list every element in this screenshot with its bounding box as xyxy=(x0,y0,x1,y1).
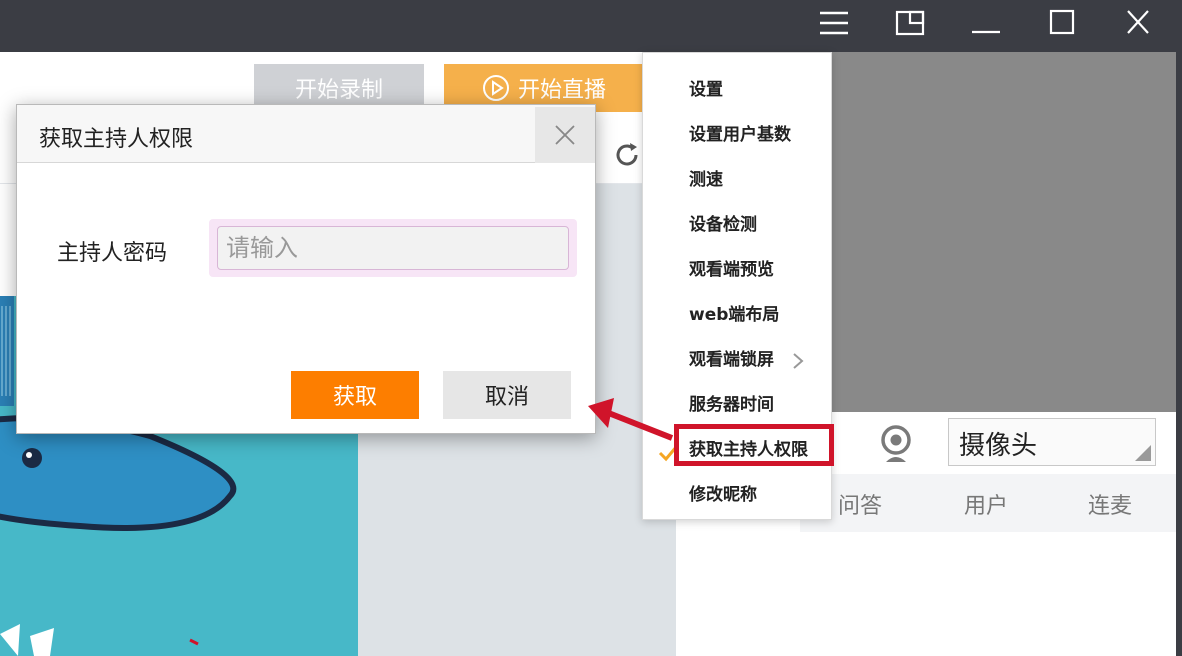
host-password-focus-ring xyxy=(209,219,577,277)
pointer-arrow-icon xyxy=(588,398,674,441)
window-titlebar xyxy=(0,0,1182,52)
dialog-header: 获取主持人权限 xyxy=(17,105,595,163)
maximize-icon[interactable] xyxy=(1044,8,1080,38)
minimize-icon[interactable] xyxy=(968,8,1004,38)
host-password-label: 主持人密码 xyxy=(57,241,168,266)
close-icon[interactable] xyxy=(1120,8,1156,38)
webcam-icon xyxy=(881,425,911,462)
camera-select-value: 摄像头 xyxy=(959,431,1038,461)
menu-item-viewer-preview[interactable]: 观看端预览 xyxy=(689,255,774,280)
menu-item-user-base[interactable]: 设置用户基数 xyxy=(689,120,791,145)
start-recording-label: 开始录制 xyxy=(294,78,383,103)
cancel-button[interactable]: 取消 xyxy=(443,371,571,419)
camera-select[interactable]: 摄像头 xyxy=(948,418,1156,466)
refresh-icon[interactable] xyxy=(612,140,642,170)
dialog-title: 获取主持人权限 xyxy=(39,127,194,152)
host-permission-dialog: 获取主持人权限 主持人密码 获取 取消 xyxy=(16,104,596,434)
get-button[interactable]: 获取 xyxy=(291,371,419,419)
play-circle-icon xyxy=(482,75,509,101)
chevron-right-icon xyxy=(793,353,804,369)
tab-qa[interactable]: 问答 xyxy=(838,488,882,520)
menu-item-viewer-lock[interactable]: 观看端锁屏 xyxy=(689,345,774,370)
close-icon xyxy=(555,125,575,145)
tab-users[interactable]: 用户 xyxy=(964,488,1008,520)
menu-item-server-time[interactable]: 服务器时间 xyxy=(689,390,774,415)
dialog-close-button[interactable] xyxy=(535,107,595,163)
menu-highlight-box xyxy=(674,424,834,466)
dropdown-corner-icon xyxy=(1135,445,1151,461)
menu-item-speed-test[interactable]: 测速 xyxy=(689,165,723,190)
hamburger-menu-icon[interactable] xyxy=(816,8,852,38)
window-border-right xyxy=(1176,52,1182,656)
menu-item-settings[interactable]: 设置 xyxy=(689,75,723,100)
tab-co-host[interactable]: 连麦 xyxy=(1088,488,1132,520)
menu-item-device-check[interactable]: 设备检测 xyxy=(689,210,757,235)
start-live-label: 开始直播 xyxy=(517,78,606,103)
menu-item-web-layout[interactable]: web端布局 xyxy=(689,300,779,325)
menu-item-change-nickname[interactable]: 修改昵称 xyxy=(689,480,757,505)
host-password-input[interactable] xyxy=(217,226,569,270)
layout-toggle-icon[interactable] xyxy=(892,8,928,38)
